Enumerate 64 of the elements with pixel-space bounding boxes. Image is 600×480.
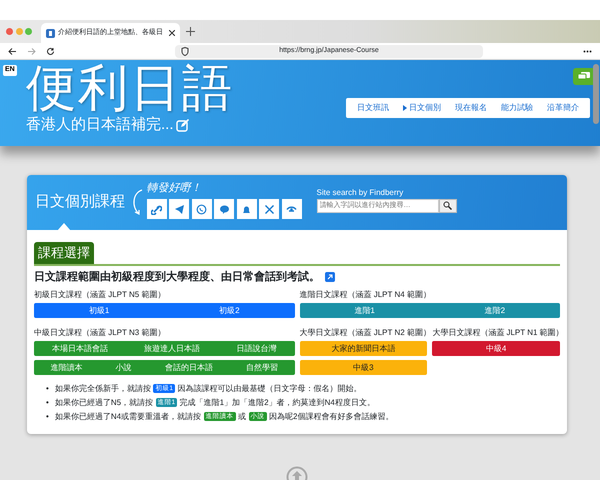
bullet: • — [46, 383, 49, 395]
tagline: 香港人的日本語補完... — [26, 116, 174, 134]
group-label: 進階日文課程（涵蓋 JLPT N4 範圍） — [300, 289, 432, 301]
card-title: 日文個別課程 — [35, 192, 125, 212]
share-button[interactable] — [214, 199, 234, 219]
group-label: 大學日文課程（涵蓋 JLPT N1 範圍） — [432, 327, 560, 339]
search-button[interactable] — [438, 198, 456, 212]
course-link[interactable]: 本場日本語會話 — [52, 342, 108, 354]
site-favicon-icon — [46, 28, 55, 38]
link-icon — [151, 204, 162, 214]
nav-link[interactable]: 沿革簡介 — [541, 102, 585, 114]
group-label: 大學日文課程（涵蓋 JLPT N2 範圍） — [300, 327, 428, 339]
share-button[interactable] — [146, 199, 166, 219]
close-window-button[interactable] — [6, 28, 13, 35]
share-button[interactable] — [192, 199, 212, 219]
edit-icon — [176, 118, 190, 132]
scrollbar-thumb[interactable] — [593, 64, 599, 124]
reload-icon[interactable] — [46, 46, 55, 56]
course-link[interactable]: 小說 — [116, 362, 132, 374]
group-label: 中級日文課程（涵蓋 JLPT N3 範圍） — [34, 327, 166, 339]
site-logo[interactable]: 便利日語 — [26, 60, 234, 116]
share-button[interactable] — [282, 199, 302, 219]
new-tab-icon[interactable] — [186, 27, 195, 36]
course-link[interactable]: 旅遊達人日本語 — [144, 342, 200, 354]
forward-arrow-icon[interactable] — [27, 46, 36, 56]
course-link[interactable]: 日語說台灣 — [236, 342, 276, 354]
more-menu-icon[interactable] — [583, 50, 592, 52]
course-link[interactable]: 中級4 — [486, 342, 506, 354]
share-icon[interactable] — [325, 272, 335, 282]
nav-link[interactable]: 日文班訊 — [351, 102, 395, 114]
tab-pointer — [57, 223, 71, 231]
search-icon — [443, 201, 452, 210]
intro-text: 日文課程範圍由初級程度到大學程度、由日常會話到考試。 — [34, 270, 320, 284]
close-tab-icon[interactable] — [168, 30, 174, 36]
course-link[interactable]: 大家的新聞日本語 — [331, 342, 396, 354]
x-logo-icon — [264, 204, 274, 214]
course-link[interactable]: 會話的日本語 — [164, 362, 213, 374]
phone-bubble-icon — [196, 204, 207, 214]
course-link[interactable]: 進階2 — [484, 304, 506, 316]
share-button[interactable] — [169, 199, 189, 219]
chat-button[interactable] — [573, 68, 595, 85]
course-link[interactable]: 進階讀本 — [50, 362, 83, 374]
shield-icon — [181, 46, 189, 56]
share-prompt: 轉發好嘢！ — [146, 181, 202, 196]
share-button[interactable] — [236, 199, 256, 219]
course-link[interactable]: 進階1 — [354, 304, 375, 316]
bullet: • — [46, 397, 49, 409]
nav-link[interactable]: 現在報名 — [449, 102, 493, 114]
share-button[interactable] — [259, 199, 279, 219]
current-page-icon — [403, 105, 407, 111]
chat-icon — [578, 72, 590, 81]
course-link[interactable]: 中級3 — [353, 362, 374, 374]
course-link[interactable]: 初級2 — [219, 304, 240, 316]
course-link[interactable]: 自然學習 — [246, 362, 278, 374]
nav-link[interactable]: 能力試驗 — [495, 102, 539, 114]
bullet: • — [46, 411, 49, 423]
nav-link[interactable]: 日文個別 — [397, 102, 447, 114]
back-arrow-icon[interactable] — [8, 46, 17, 56]
search-label: Site search by Findberry — [316, 186, 404, 198]
section-title: 課程選擇 — [34, 242, 94, 264]
group-label: 初級日文課程（涵蓋 JLPT N5 範圍） — [34, 289, 166, 301]
paper-plane-icon — [174, 204, 184, 214]
chat-bubble-icon — [218, 204, 230, 214]
course-link[interactable]: 初級1 — [88, 304, 110, 316]
